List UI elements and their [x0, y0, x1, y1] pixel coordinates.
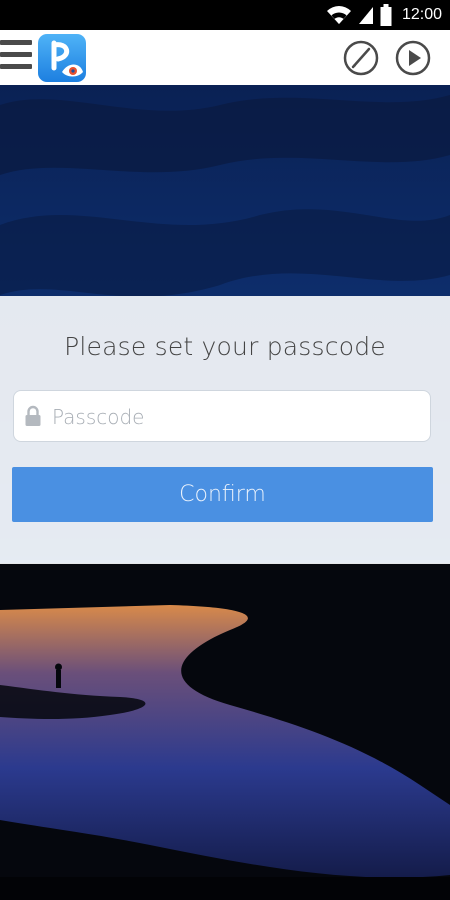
signal-icon	[358, 7, 373, 24]
play-button[interactable]	[395, 40, 431, 76]
status-bar: 12:00	[0, 0, 450, 30]
wifi-icon	[326, 6, 351, 24]
menu-bar-line	[0, 64, 32, 69]
passcode-field[interactable]	[13, 390, 431, 443]
edit-icon	[343, 40, 379, 76]
app-logo[interactable]	[38, 34, 86, 82]
play-icon	[395, 40, 431, 76]
battery-icon	[380, 4, 392, 26]
app-logo-glyph	[51, 40, 83, 77]
status-time: 12:00	[401, 6, 442, 23]
app-toolbar	[0, 30, 450, 85]
lock-icon	[25, 405, 41, 426]
menu-icon[interactable]	[0, 40, 32, 74]
confirm-button[interactable]: Confirm	[12, 467, 433, 522]
status-icons: 12:00	[326, 0, 442, 30]
edit-button[interactable]	[343, 40, 379, 76]
page-title: Please set your passcode	[64, 332, 386, 361]
menu-bar-line	[0, 40, 32, 45]
menu-bar-line	[0, 52, 32, 57]
passcode-input[interactable]	[50, 391, 424, 443]
